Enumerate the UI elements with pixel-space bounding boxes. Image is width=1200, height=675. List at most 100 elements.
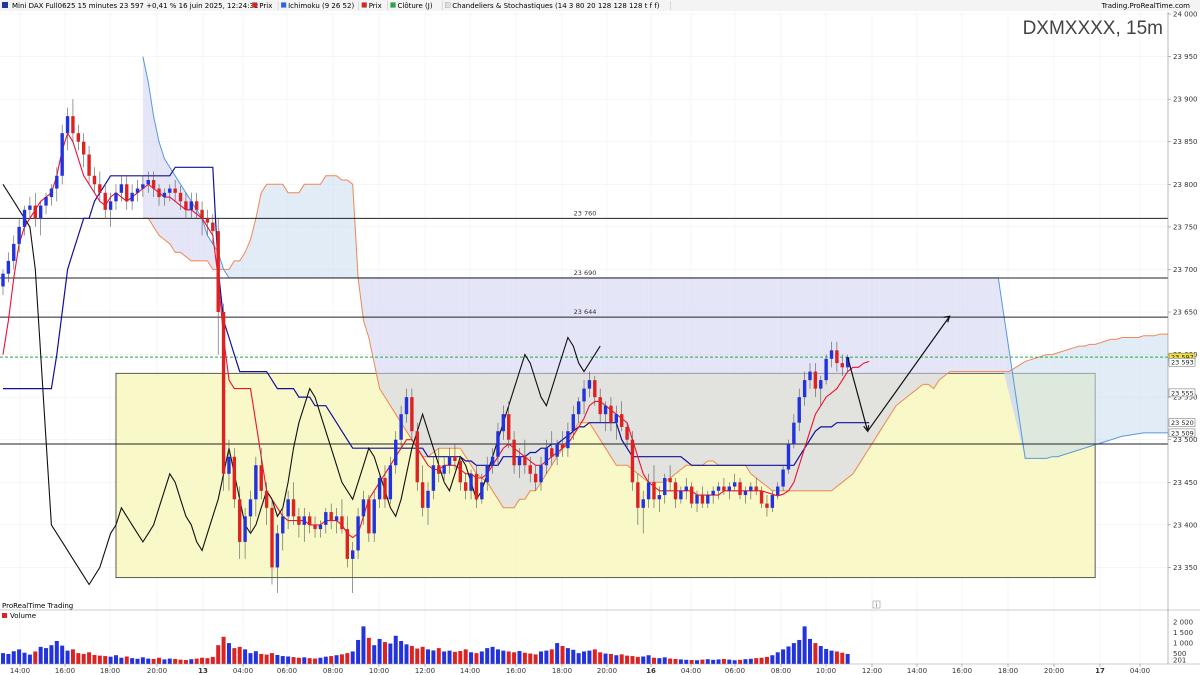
candle-body: [388, 465, 393, 500]
candle-body: [307, 516, 312, 525]
candle-body: [345, 529, 350, 559]
volume-bar: [243, 649, 248, 664]
volume-bar: [151, 658, 156, 664]
candle-body: [189, 201, 193, 210]
time-tick-label: 18:00: [552, 667, 572, 675]
candle-body: [700, 495, 705, 504]
candle-body: [318, 524, 323, 530]
volume-bar: [200, 657, 205, 664]
candle-body: [98, 184, 102, 193]
volume-bar: [436, 648, 441, 664]
candle-body: [324, 512, 328, 525]
cloud-segment: [331, 175, 337, 278]
volume-bar: [11, 651, 16, 664]
volume-bar: [108, 656, 113, 664]
time-axis[interactable]: 14:00 16:00 18:00 20:00 13 04:00 06:00 08:00 10:…: [10, 664, 1150, 675]
candle-body: [587, 380, 592, 389]
candle-body: [550, 448, 554, 457]
volume-bar: [501, 650, 506, 664]
header-indicators[interactable]: Prix Ichimoku (9 26 52) Prix Clôture (J) Cha…: [252, 1, 672, 10]
volume-bar: [528, 653, 533, 664]
volume-bar: [366, 637, 371, 664]
time-tick-label: 14:00: [460, 667, 480, 675]
candle-body: [205, 218, 210, 223]
price-tick-label: 23 750: [1173, 223, 1198, 231]
candle-body: [835, 350, 839, 364]
volume-bar: [748, 658, 753, 664]
volume-bar: [845, 653, 850, 664]
candle-body: [673, 482, 678, 500]
cloud-segment: [341, 180, 348, 278]
candle-body: [706, 495, 710, 504]
cloud-segment: [653, 277, 660, 483]
cloud-segment: [643, 277, 649, 483]
candle-body: [404, 397, 409, 415]
cloud-segment: [928, 277, 934, 389]
candle-body: [480, 482, 484, 500]
volume-bar: [824, 648, 829, 664]
price-badge-label: 23 593: [1171, 359, 1194, 367]
candle-body: [286, 499, 290, 517]
cloud-segment: [379, 277, 385, 398]
volume-bar: [130, 658, 135, 664]
volume-bar: [210, 656, 215, 664]
candle-body: [275, 533, 280, 568]
candle-body: [776, 486, 780, 496]
price-chart[interactable]: Mini DAX Full0625 15 minutes 23 597 +0,4…: [0, 0, 1200, 675]
price-badges: 23 59723 59323 55523 52023 509: [1168, 352, 1196, 437]
volume-bar: [485, 648, 490, 664]
candle-body: [528, 465, 532, 474]
candle-body: [797, 397, 801, 423]
volume-bar: [65, 650, 70, 664]
candle-body: [840, 363, 844, 368]
volume-bar: [641, 656, 646, 664]
candle-body: [221, 312, 226, 474]
volume-bar: [205, 658, 210, 664]
candle-body: [824, 358, 828, 381]
candle-body: [496, 431, 500, 457]
cloud-segment: [680, 277, 687, 470]
price-badge-label: 23 555: [1171, 389, 1194, 397]
price-tick-label: 23 350: [1173, 564, 1198, 572]
volume-bar: [743, 659, 748, 664]
cloud-segment: [304, 184, 310, 278]
volume-bar: [802, 626, 807, 664]
candle-body: [786, 443, 791, 470]
volume-bar: [135, 658, 140, 664]
candle-body: [625, 426, 629, 440]
candle-body: [571, 414, 575, 432]
time-tick-label: 08:00: [323, 667, 343, 675]
time-tick-label: 04:00: [681, 667, 701, 675]
volume-bar: [382, 642, 387, 664]
cloud-segment: [890, 277, 897, 415]
volume-bar: [167, 658, 172, 664]
volume-bar: [313, 658, 318, 664]
candle-body: [108, 201, 113, 210]
volume-bar: [565, 648, 570, 664]
cloud-segment: [438, 277, 445, 449]
cloud-segment: [750, 277, 757, 479]
candle-body: [281, 516, 285, 534]
volume-bar: [608, 653, 613, 664]
volume-bar: [517, 651, 522, 664]
time-tick-label: 14:00: [10, 667, 30, 675]
volume-bar: [840, 652, 845, 664]
candle-body: [238, 499, 242, 542]
cloud-segment: [777, 277, 784, 491]
header-site: Trading.ProRealTime.com: [1101, 2, 1191, 10]
cloud-segment: [826, 277, 832, 491]
volume-bar: [44, 648, 49, 664]
volume-bar: [280, 656, 285, 664]
candle-body: [377, 478, 382, 500]
candle-body: [474, 473, 479, 500]
cloud-segment: [519, 277, 525, 500]
candle-body: [254, 465, 258, 500]
cloud-segment: [766, 277, 773, 491]
cloud-segment: [729, 277, 735, 466]
candle-body: [270, 507, 274, 568]
cloud-segment: [433, 277, 439, 453]
candle-body: [792, 422, 796, 444]
volume-bar: [60, 645, 65, 664]
volume-bar: [533, 654, 538, 664]
candle-body: [119, 184, 124, 193]
